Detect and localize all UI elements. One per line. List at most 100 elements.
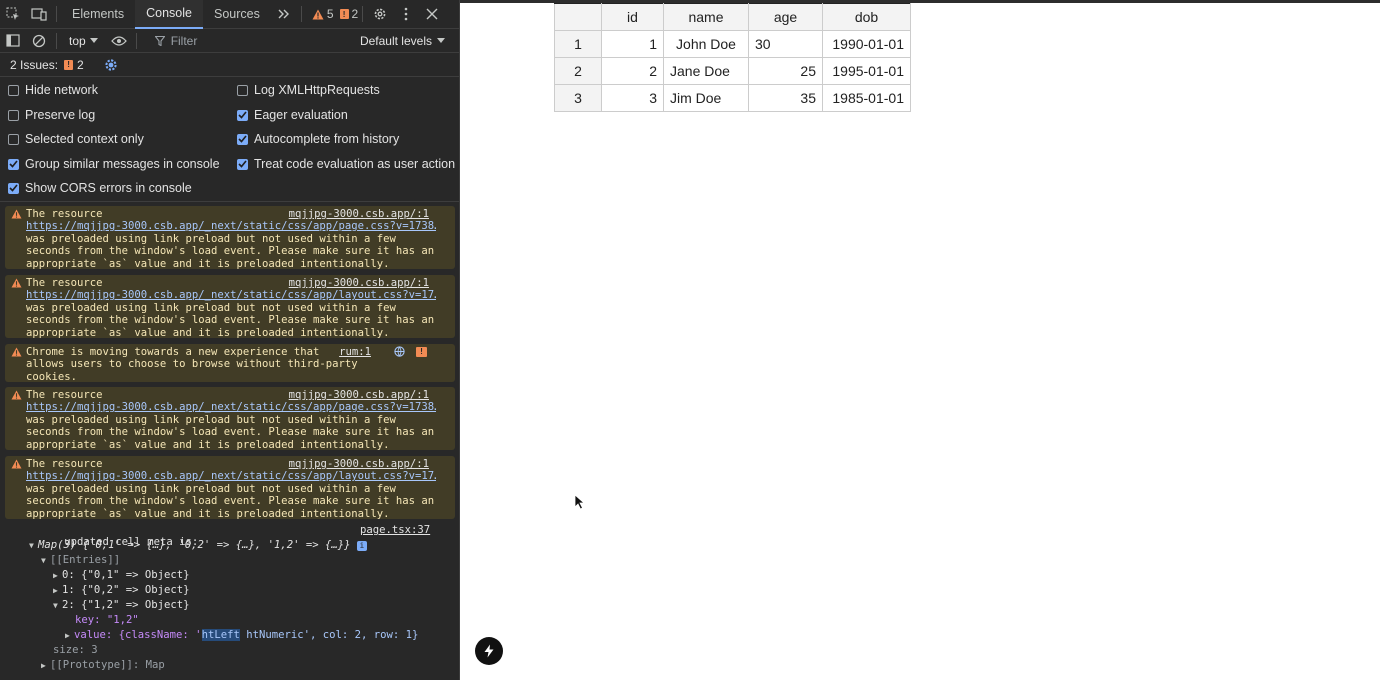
map-entry[interactable]: ▶ 1: {"0,2" => Object} — [53, 584, 190, 597]
log-source-link[interactable]: page.tsx:37 — [360, 524, 430, 536]
nextjs-dev-indicator[interactable] — [475, 637, 503, 665]
source-link[interactable]: mqjjpg-3000.csb.app/:1 — [289, 389, 429, 401]
source-link[interactable]: rum:1 — [339, 346, 371, 358]
column-header-dob[interactable]: dob — [822, 3, 911, 31]
sidebar-toggle-icon[interactable] — [0, 26, 26, 55]
tab-sources[interactable]: Sources — [203, 0, 271, 29]
console-warning: Chrome is moving towards a new experienc… — [5, 344, 455, 383]
devtools-tabbar: Elements Console Sources 5 ! 2 — [0, 0, 459, 29]
hide-network-checkbox[interactable] — [8, 84, 19, 96]
corner-header[interactable] — [554, 3, 602, 31]
cell-id[interactable]: 3 — [601, 84, 664, 112]
eager-evaluation-checkbox[interactable] — [237, 109, 248, 121]
issue-icon[interactable]: ! — [416, 347, 427, 357]
row-header[interactable]: 3 — [554, 84, 602, 112]
source-link[interactable]: mqjjpg-3000.csb.app/:1 — [289, 277, 429, 289]
column-header-id[interactable]: id — [601, 3, 664, 31]
cell-name[interactable]: Jim Doe — [663, 84, 749, 112]
user-action-option[interactable]: Treat code evaluation as user action — [237, 157, 455, 171]
cell-dob[interactable]: 1985-01-01 — [822, 84, 911, 112]
cors-errors-checkbox[interactable] — [8, 182, 19, 194]
globe-icon[interactable] — [394, 346, 405, 360]
warnings-counter[interactable]: 5 — [312, 7, 334, 21]
context-value: top — [69, 33, 86, 48]
more-tabs-icon[interactable] — [271, 0, 297, 29]
row-header[interactable]: 1 — [554, 30, 602, 58]
tab-elements[interactable]: Elements — [61, 0, 135, 29]
map-prototype[interactable]: ▶ [[Prototype]]: Map — [41, 659, 165, 672]
resource-link[interactable]: https://mqjjpg-3000.csb.app/_next/static… — [26, 401, 436, 413]
filter-input[interactable]: Filter — [147, 31, 354, 51]
map-size: size: 3 — [53, 644, 98, 656]
group-similar-option[interactable]: Group similar messages in console — [8, 157, 220, 171]
filter-icon — [154, 35, 165, 46]
map-entry[interactable]: ▼ 2: {"1,2" => Object} — [53, 599, 190, 612]
console-warning: The resource https://mqjjpg-3000.csb.app… — [5, 387, 455, 451]
autocomplete-label: Autocomplete from history — [254, 132, 400, 146]
log-levels-select[interactable]: Default levels — [354, 34, 459, 48]
warning-detail: was preloaded using link preload but not… — [26, 232, 435, 270]
map-entry[interactable]: ▶ 0: {"0,1" => Object} — [53, 569, 190, 582]
source-link[interactable]: mqjjpg-3000.csb.app/:1 — [289, 458, 429, 470]
gear-icon[interactable] — [367, 0, 393, 29]
cors-errors-option[interactable]: Show CORS errors in console — [8, 181, 192, 195]
source-link[interactable]: mqjjpg-3000.csb.app/:1 — [289, 208, 429, 220]
context-select[interactable]: top — [61, 34, 106, 48]
inspect-element-icon[interactable] — [0, 0, 26, 29]
selected-context-option[interactable]: Selected context only — [8, 132, 144, 146]
resource-link[interactable]: https://mqjjpg-3000.csb.app/_next/static… — [26, 220, 436, 232]
collapsed-triangle-icon: ▶ — [41, 661, 46, 670]
column-header-name[interactable]: name — [663, 3, 749, 31]
console-settings-icon[interactable] — [104, 58, 118, 72]
cell-age[interactable]: 35 — [748, 84, 823, 112]
warning-icon — [11, 390, 22, 400]
resource-link[interactable]: https://mqjjpg-3000.csb.app/_next/static… — [26, 470, 436, 482]
map-summary-text: Map(3) {'0,1' => {…}, '0,2' => {…}, '1,2… — [38, 539, 351, 551]
group-similar-checkbox[interactable] — [8, 158, 19, 170]
preserve-log-option[interactable]: Preserve log — [8, 108, 95, 122]
issues-label: 2 Issues: — [10, 57, 59, 72]
warning-line: The resource — [26, 208, 103, 220]
cell-age[interactable]: 25 — [748, 57, 823, 85]
cell-name[interactable]: Jane Doe — [663, 57, 749, 85]
entry-key: key: "1,2" — [75, 614, 139, 626]
resource-link[interactable]: https://mqjjpg-3000.csb.app/_next/static… — [26, 289, 436, 301]
device-toolbar-icon[interactable] — [26, 0, 52, 29]
table-row: 1 1 John Doe 30 1990-01-01 — [554, 30, 911, 58]
map-summary[interactable]: ▼ Map(3) {'0,1' => {…}, '0,2' => {…}, '1,… — [29, 539, 367, 552]
issues-counter[interactable]: ! 2 — [339, 7, 358, 21]
warning-icon — [11, 209, 22, 219]
entry-value[interactable]: ▶ value: {className: 'htLeft htNumeric', … — [65, 629, 418, 642]
user-action-checkbox[interactable] — [237, 158, 248, 170]
user-action-label: Treat code evaluation as user action — [254, 157, 456, 171]
issue-icon: ! — [339, 9, 349, 19]
selected-context-checkbox[interactable] — [8, 133, 19, 145]
info-icon[interactable]: i — [356, 541, 367, 551]
eager-evaluation-option[interactable]: Eager evaluation — [237, 108, 348, 122]
cell-id[interactable]: 1 — [601, 30, 664, 58]
cell-age[interactable]: 30 — [748, 30, 823, 58]
autocomplete-checkbox[interactable] — [237, 133, 248, 145]
column-header-age[interactable]: age — [748, 3, 823, 31]
map-entries[interactable]: ▼ [[Entries]] — [41, 554, 120, 567]
cell-dob[interactable]: 1995-01-01 — [822, 57, 911, 85]
kebab-menu-icon[interactable] — [393, 0, 419, 29]
hide-network-option[interactable]: Hide network — [8, 83, 98, 97]
autocomplete-option[interactable]: Autocomplete from history — [237, 132, 399, 146]
issues-link[interactable]: ! 2 — [64, 58, 84, 72]
cell-dob[interactable]: 1990-01-01 — [822, 30, 911, 58]
row-header[interactable]: 2 — [554, 57, 602, 85]
cell-name[interactable]: John Doe — [663, 30, 749, 58]
tab-console[interactable]: Console — [135, 0, 203, 29]
header-row: id name age dob — [554, 3, 911, 31]
filter-placeholder: Filter — [170, 33, 198, 48]
clear-console-icon[interactable] — [26, 26, 52, 55]
log-xhr-checkbox[interactable] — [237, 84, 248, 96]
preserve-log-checkbox[interactable] — [8, 109, 19, 121]
warning-text: Chrome is moving towards a new experienc… — [26, 346, 358, 383]
cell-id[interactable]: 2 — [601, 57, 664, 85]
eye-icon[interactable] — [106, 26, 132, 55]
log-xhr-option[interactable]: Log XMLHttpRequests — [237, 83, 380, 97]
close-icon[interactable] — [419, 0, 445, 29]
issues-bar: 2 Issues: ! 2 — [0, 53, 459, 77]
